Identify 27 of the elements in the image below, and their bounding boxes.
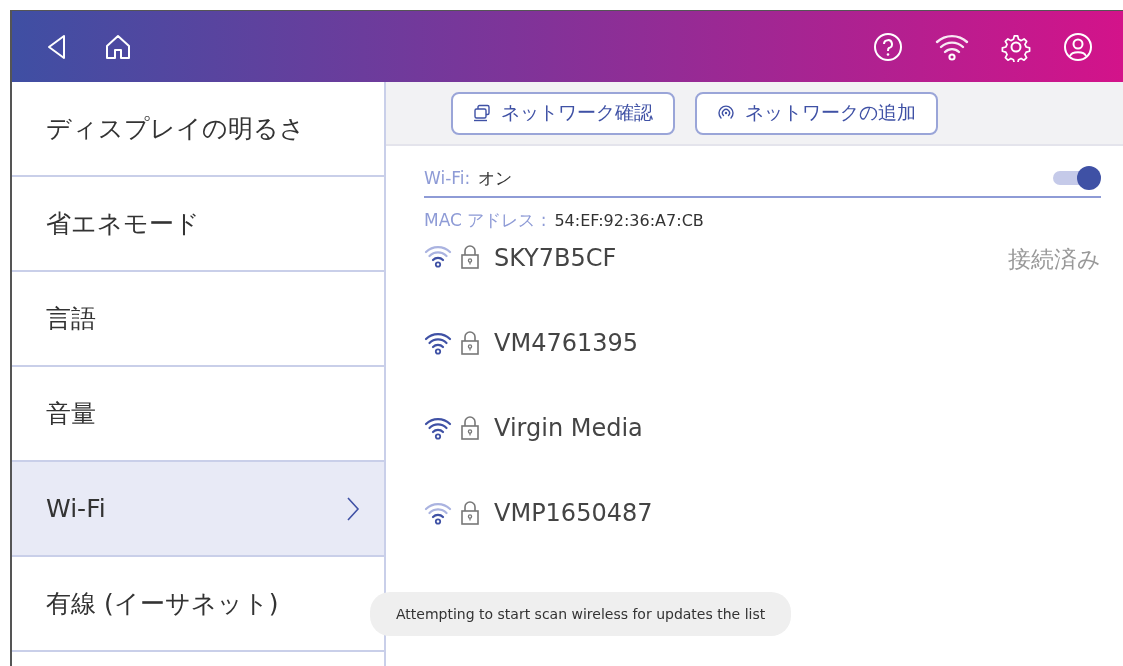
network-name[interactable]: VMP1650487: [494, 498, 1101, 527]
lock-icon: [460, 329, 480, 356]
mac-label: MAC アドレス :: [424, 208, 547, 232]
devices-icon: [473, 104, 491, 122]
lock-icon: [460, 499, 480, 526]
wifi-status: オン: [478, 167, 513, 188]
sidebar-item[interactable]: ディスプレイの明るさ: [12, 82, 384, 177]
check-network-button[interactable]: ネットワーク確認: [451, 91, 675, 135]
scan-toast: Attempting to start scan wireless for updates the list: [370, 592, 792, 636]
network-name[interactable]: Virgin Media: [494, 413, 1101, 442]
back-icon[interactable]: [46, 33, 68, 60]
account-icon[interactable]: [1063, 31, 1093, 62]
sidebar-item[interactable]: 言語: [12, 272, 384, 367]
network-name[interactable]: VM4761395: [494, 328, 1101, 357]
sidebar-item[interactable]: 省エネモード: [12, 177, 384, 272]
mac-address: 54:EF:92:36:A7:CB: [554, 210, 704, 230]
wifi-toggle[interactable]: [1053, 166, 1101, 190]
network-name[interactable]: SKY7B5CF: [494, 244, 1000, 272]
chevron-right-icon: [346, 495, 360, 522]
connection-status: 接続済み: [1008, 245, 1101, 274]
home-icon[interactable]: [104, 32, 132, 61]
add-network-button[interactable]: ネットワークの追加: [695, 91, 938, 135]
lock-icon: [460, 244, 480, 270]
lock-icon: [460, 414, 480, 441]
help-icon[interactable]: [873, 31, 903, 62]
sidebar-item[interactable]: Wi-Fi: [12, 462, 384, 557]
wifi-label: Wi-Fi:: [424, 167, 471, 188]
